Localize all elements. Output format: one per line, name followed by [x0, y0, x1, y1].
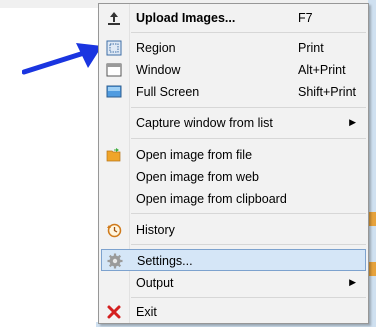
menu-item-shortcut: Print	[298, 41, 324, 55]
submenu-arrow-icon: ▶	[349, 117, 356, 127]
close-icon	[107, 305, 121, 319]
menu-item-shortcut: Shift+Print	[298, 85, 357, 99]
upload-icon	[108, 12, 120, 25]
menu-item-open-image-from-file[interactable]: Open image from file	[101, 144, 366, 166]
menu-item-shortcut: Alt+Print	[298, 63, 346, 77]
menu-separator	[131, 297, 366, 298]
background-thumbnail	[368, 262, 376, 276]
menu-item-label: Window	[136, 63, 181, 77]
menu-separator	[131, 107, 366, 108]
fullscreen-icon	[106, 85, 122, 98]
tray-context-menu: Upload Images... F7 Region Print Window …	[98, 3, 369, 324]
menu-item-label: Region	[136, 41, 176, 55]
menu-item-region[interactable]: Region Print	[101, 37, 366, 59]
menu-item-label: Settings...	[137, 254, 193, 268]
menu-item-label: Output	[136, 276, 174, 290]
history-icon	[107, 223, 122, 238]
menu-item-label: History	[136, 223, 175, 237]
gear-icon	[107, 253, 123, 269]
menu-item-label: Capture window from list	[136, 116, 273, 130]
menu-item-label: Open image from web	[136, 170, 259, 184]
menu-separator	[131, 32, 366, 33]
menu-item-label: Exit	[136, 305, 157, 319]
menu-item-capture-window-from-list[interactable]: Capture window from list ▶	[101, 112, 366, 134]
background-thumbnail	[368, 212, 376, 226]
menu-item-history[interactable]: History	[101, 219, 366, 241]
menu-item-settings[interactable]: Settings...	[101, 249, 366, 271]
menu-item-full-screen[interactable]: Full Screen Shift+Print	[101, 81, 366, 103]
menu-item-label: Open image from file	[136, 148, 253, 162]
menu-item-label: Full Screen	[136, 85, 200, 99]
menu-item-open-image-from-clipboard[interactable]: Open image from clipboard	[101, 188, 366, 210]
menu-item-output[interactable]: Output ▶	[101, 272, 366, 294]
region-icon	[106, 40, 122, 56]
pointer-arrow-icon	[22, 43, 102, 75]
menu-separator	[131, 213, 366, 214]
menu-item-window[interactable]: Window Alt+Print	[101, 59, 366, 81]
menu-item-upload-images[interactable]: Upload Images... F7	[101, 7, 366, 29]
menu-item-exit[interactable]: Exit	[101, 301, 366, 323]
window-icon	[106, 63, 122, 77]
submenu-arrow-icon: ▶	[349, 277, 356, 287]
menu-item-open-image-from-web[interactable]: Open image from web	[101, 166, 366, 188]
menu-separator	[131, 138, 366, 139]
menu-item-label: Upload Images...	[136, 11, 236, 25]
menu-item-shortcut: F7	[298, 11, 313, 25]
menu-separator	[131, 244, 366, 245]
folder-icon	[106, 148, 121, 162]
background-window-edge	[368, 0, 376, 327]
menu-item-label: Open image from clipboard	[136, 192, 287, 206]
